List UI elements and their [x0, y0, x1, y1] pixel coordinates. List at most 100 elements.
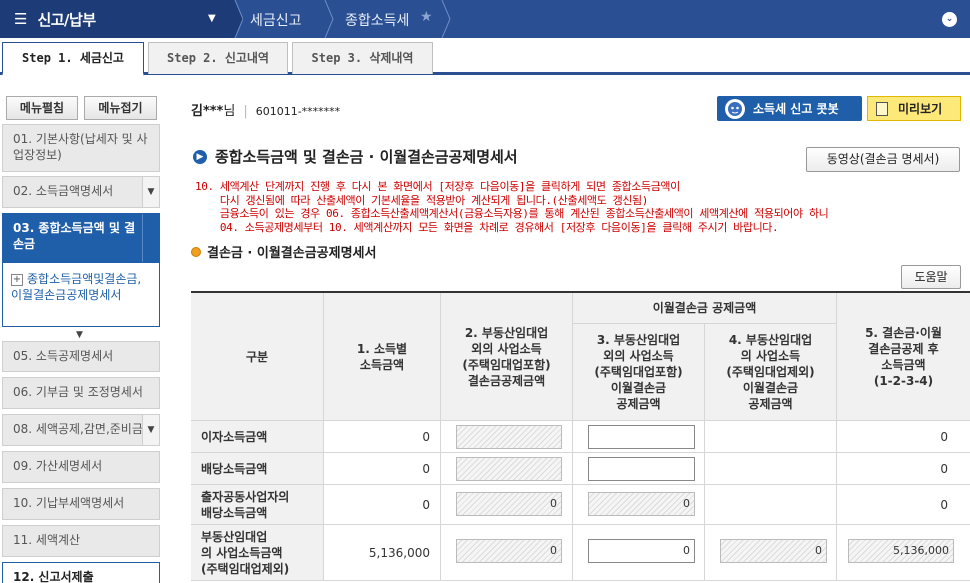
sidebar-item-label: 12. 신고서제출: [13, 570, 94, 583]
user-resident-number: 601011-*******: [255, 105, 341, 118]
cell-dividend-final: 0: [837, 453, 970, 485]
section-title-text: 종합소득금액 및 결손금 · 이월결손금공제명세서: [215, 148, 518, 166]
divider: |: [243, 104, 248, 119]
readonly-field-realestate-carryover: 0: [720, 539, 827, 563]
cell-realestate-final: 5,136,000: [848, 539, 954, 563]
header-carryover-group: 이월결손금 공제금액: [573, 293, 837, 324]
sidebar-item-label: 09. 가산세명세서: [13, 459, 103, 473]
table-cell: [705, 421, 837, 453]
menu-title: 신고/납부: [37, 10, 96, 29]
scroll-bar[interactable]: [142, 214, 159, 262]
loss-deduction-table: 구분 1. 소득별 소득금액 2. 부동산임대업 외의 사업소득 (주택임대업포…: [191, 291, 970, 581]
header-category: 구분: [191, 293, 324, 421]
favorite-star-icon[interactable]: ★: [420, 9, 433, 25]
sidebar-item-12-submit[interactable]: 12. 신고서제출: [2, 562, 160, 583]
top-navigation-bar: ☰ 신고/납부 ▼ 세금신고 종합소득세 ★ ⌄: [0, 0, 970, 38]
header-final-income: 5. 결손금·이월 결손금공제 후 소득금액 (1-2-3-4): [837, 293, 970, 421]
subsection-title: 결손금 · 이월결손금공제명세서: [191, 242, 376, 261]
tab-underline: [0, 72, 970, 75]
sidebar-item-label: 10. 기납부세액명세서: [13, 496, 125, 510]
arrow-right-circle-icon: ▶: [193, 149, 207, 164]
hamburger-icon: ☰: [14, 10, 28, 28]
sidebar-item-05-deductions[interactable]: 05. 소득공제명세서: [2, 341, 160, 372]
readonly-field-partner-dividend-loss: 0: [456, 492, 562, 516]
sidebar-item-label: 02. 소득금액명세서: [13, 184, 114, 198]
breadcrumb-item-income-tax[interactable]: 종합소득세: [345, 10, 409, 30]
user-name: 김***: [191, 104, 224, 119]
header-carryover-realestate: 4. 부동산임대업 의 사업소득 (주택임대업제외) 이월결손금 공제금액: [705, 324, 837, 421]
menu-collapse-button[interactable]: 메뉴접기: [84, 96, 157, 120]
tab-step2-filing-history[interactable]: Step 2. 신고내역: [148, 42, 288, 74]
input-realestate-carryover[interactable]: 0: [588, 539, 695, 563]
income-tax-quick-guide-button[interactable]: 소득세 신고 콧봇: [717, 96, 862, 121]
input-dividend-carryover[interactable]: [588, 457, 695, 481]
user-info: 김***님 | 601011-*******: [191, 100, 340, 119]
sidebar-item-08-tax-credits[interactable]: 08. 세액공제,감면,준비금 ▼: [2, 414, 160, 446]
chevron-down-circle-icon[interactable]: ⌄: [942, 12, 957, 27]
breadcrumb-separator-icon: [324, 0, 334, 38]
table-cell: [705, 453, 837, 485]
tab-step3-deleted-history[interactable]: Step 3. 삭제내역: [292, 42, 433, 74]
chevron-down-icon[interactable]: ▼: [142, 415, 159, 445]
cell-partner-dividend-final: 0: [837, 485, 970, 525]
sidebar-item-02-income-statement[interactable]: 02. 소득금액명세서 ▼: [2, 176, 160, 208]
sidebar-item-label: 03. 종합소득금액 및 결손금: [13, 221, 136, 251]
row-label-dividend: 배당소득금액: [191, 453, 324, 485]
sidebar-item-label: 05. 소득공제명세서: [13, 349, 114, 363]
sidebar-item-10-prepaid-tax[interactable]: 10. 기납부세액명세서: [2, 488, 160, 520]
preview-label: 미리보기: [898, 102, 943, 116]
cell-partner-dividend-income: 0: [324, 485, 441, 525]
notice-line: 금융소득이 있는 경우 06. 종합소득산출세액계산서(금융소득자용)를 통해 …: [195, 207, 829, 220]
row-label-partner-dividend: 출자공동사업자의 배당소득금액: [191, 485, 324, 525]
sidebar-item-11-tax-calculation[interactable]: 11. 세액계산: [2, 525, 160, 557]
sidebar-item-09-penalty-tax[interactable]: 09. 가산세명세서: [2, 451, 160, 483]
chevron-down-icon[interactable]: ▼: [142, 177, 159, 207]
readonly-field-dividend-loss: [456, 457, 562, 481]
sidebar-item-label: 06. 기부금 및 조정명세서: [13, 385, 143, 399]
sidebar-item-label: 08. 세액공제,감면,준비금: [13, 422, 143, 436]
sidebar-sub-item-box: + 종합소득금액및결손금,이월결손금공제명세서: [2, 263, 160, 327]
triangle-down-icon: ▼: [76, 330, 83, 340]
menu-expand-button[interactable]: 메뉴펼침: [6, 96, 78, 120]
cell-interest-final: 0: [837, 421, 970, 453]
notice-text: 10. 세액계산 단계까지 진행 후 다시 본 화면에서 [저장후 다음이동]을…: [195, 180, 829, 234]
row-label-realestate-business: 부동산임대업 의 사업소득금액 (주택임대업제외): [191, 525, 324, 581]
menu-dropdown-button[interactable]: ☰ 신고/납부 ▼: [0, 0, 230, 38]
sidebar-item-06-donations[interactable]: 06. 기부금 및 조정명세서: [2, 377, 160, 409]
breadcrumb-item-tax-filing[interactable]: 세금신고: [250, 10, 302, 30]
sidebar-item-label: 01. 기본사항(납세자 및 사업장정보): [13, 132, 148, 162]
readonly-field-interest-loss: [456, 425, 562, 449]
input-interest-carryover[interactable]: [588, 425, 695, 449]
notice-line: 04. 소득공제명세부터 10. 세액계산까지 모든 화면을 차례로 경유해서 …: [195, 220, 779, 234]
header-carryover-non-realestate: 3. 부동산임대업 외의 사업소득 (주택임대업포함) 이월결손금 공제금액: [573, 324, 705, 421]
notice-line: 10. 세액계산 단계까지 진행 후 다시 본 화면에서 [저장후 다음이동]을…: [195, 180, 680, 193]
caret-down-icon: ▼: [208, 13, 216, 24]
header-loss-deduction: 2. 부동산임대업 외의 사업소득 (주택임대업포함) 결손금공제금액: [441, 293, 573, 421]
breadcrumb-separator-icon: [441, 0, 451, 38]
sidebar-item-01-basic-info[interactable]: 01. 기본사항(납세자 및 사업장정보): [2, 124, 160, 172]
readonly-field-partner-dividend-carryover: 0: [588, 492, 695, 516]
preview-button[interactable]: 미리보기: [867, 96, 961, 121]
help-button[interactable]: 도움말: [901, 265, 961, 289]
quick-guide-label: 소득세 신고 콧봇: [753, 102, 839, 116]
cell-interest-income: 0: [324, 421, 441, 453]
cell-dividend-income: 0: [324, 453, 441, 485]
sidebar-item-label: 11. 세액계산: [13, 533, 81, 547]
sidebar-sub-item-loss-carryover[interactable]: 종합소득금액및결손금,이월결손금공제명세서: [11, 272, 141, 302]
subsection-title-text: 결손금 · 이월결손금공제명세서: [207, 246, 377, 261]
table-cell: [705, 485, 837, 525]
plus-icon[interactable]: +: [11, 274, 23, 286]
row-label-interest: 이자소득금액: [191, 421, 324, 453]
breadcrumb-separator-icon: [229, 0, 243, 38]
sidebar-item-03-total-income[interactable]: 03. 종합소득금액 및 결손금: [2, 213, 160, 263]
mascot-icon: [725, 98, 745, 119]
header-income-amount: 1. 소득별 소득금액: [324, 293, 441, 421]
user-honorific: 님: [223, 104, 236, 119]
tab-step1-tax-filing[interactable]: Step 1. 세금신고: [2, 42, 144, 76]
video-guide-button[interactable]: 동영상(결손금 명세서): [806, 147, 960, 172]
readonly-field-realestate-loss: 0: [456, 539, 562, 563]
cell-realestate-income: 5,136,000: [324, 525, 441, 581]
notice-line: 다시 갱신됨에 따라 산출세액이 기본세율을 적용받아 계산되게 됩니다.(산출…: [195, 193, 649, 207]
section-title: ▶ 종합소득금액 및 결손금 · 이월결손금공제명세서: [193, 146, 518, 167]
document-icon: [876, 101, 888, 116]
